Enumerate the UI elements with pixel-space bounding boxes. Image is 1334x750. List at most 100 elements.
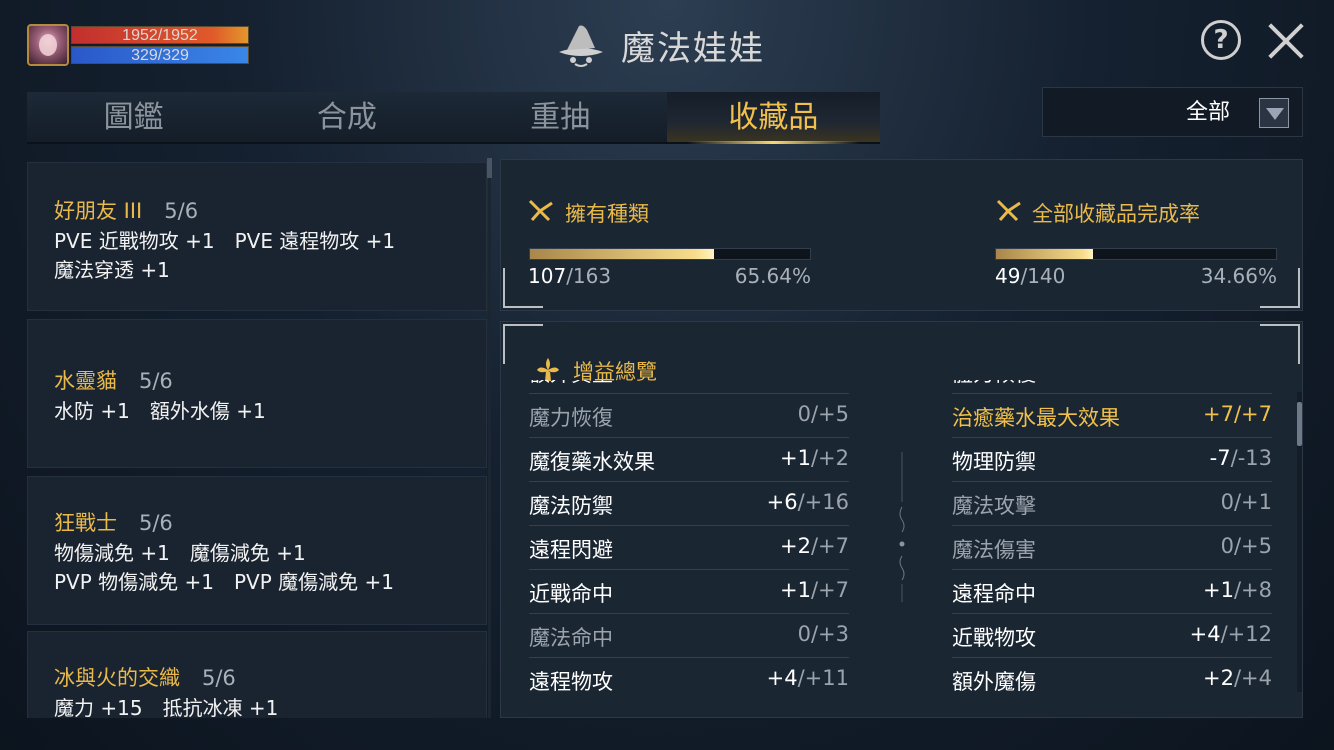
bonus-row: 遠程物攻 +4/+11 — [529, 658, 849, 698]
bonus-scrollbar[interactable] — [1297, 402, 1302, 446]
collection-card[interactable]: 冰與火的交織 5/6 魔力 +15 抵抗冰凍 +1 — [27, 631, 487, 718]
bonus-current: +7 — [1202, 402, 1234, 426]
column-divider-ornament — [899, 452, 905, 602]
completion-total: /140 — [1020, 264, 1066, 288]
tab-redraw[interactable]: 重抽 — [454, 92, 667, 142]
completion-progress-fill — [996, 249, 1094, 259]
bonus-value: +4/+12 — [1190, 622, 1272, 646]
bonus-current: +155 — [713, 380, 771, 382]
collection-count: 5/6 — [139, 511, 173, 535]
bonus-current: +1 — [1203, 380, 1234, 382]
bonus-value: +1/+7 — [780, 578, 849, 602]
bonus-column-left: 額外負重+155/+1245魔力恢復0/+5魔復藥水效果+1/+2魔法防禦+6/… — [529, 380, 849, 698]
collection-name: 水靈貓 — [54, 369, 117, 393]
collection-bonus: 物傷減免 +1 魔傷減免 +1 — [54, 541, 306, 565]
bonus-value: 0/+5 — [798, 402, 849, 426]
bonus-name: 魔法防禦 — [529, 494, 613, 518]
bonus-current: +2 — [779, 534, 811, 558]
collection-count: 5/6 — [164, 199, 199, 223]
bonus-max: /+1 — [1233, 490, 1272, 514]
bonus-name: 魔力恢復 — [529, 406, 613, 430]
collection-list[interactable]: 好朋友 III 5/6 PVE 近戰物攻 +1 PVE 遠程物攻 +1 魔法穿透 … — [27, 162, 487, 718]
bonus-row: 額外負重 +155/+1245 — [529, 380, 849, 394]
bonus-max: /+1245 — [771, 380, 849, 382]
collection-title: 好朋友 III 5/6 — [54, 195, 198, 225]
bonus-name: 魔復藥水效果 — [529, 450, 655, 474]
bonus-row: 遠程命中 +1/+8 — [952, 570, 1272, 614]
completion-percent: 34.66% — [1200, 264, 1277, 288]
hp-bar: 1952/1952 — [71, 26, 249, 44]
bonus-max: /+3 — [810, 622, 849, 646]
tab-synthesis[interactable]: 合成 — [240, 92, 453, 142]
owned-progress-bar — [529, 248, 811, 260]
bonus-current: 0 — [1220, 534, 1234, 558]
bonus-name: 額外負重 — [529, 380, 613, 388]
completion-rate-label: 全部收藏品完成率 — [1032, 202, 1200, 226]
bonus-max: /+8 — [1233, 578, 1272, 602]
bonus-value: +6/+16 — [767, 490, 849, 514]
collection-title: 狂戰士 5/6 — [54, 507, 173, 537]
mp-bar: 329/329 — [71, 46, 249, 64]
bonus-max: /+11 — [797, 666, 849, 690]
filter-value: 全部 — [1185, 100, 1230, 125]
collection-bonus: 水防 +1 額外水傷 +1 — [54, 399, 266, 423]
bonus-row: 額外魔傷 +2/+4 — [952, 658, 1272, 698]
collection-bonus: 魔法穿透 +1 — [54, 258, 170, 282]
collection-card[interactable]: 好朋友 III 5/6 PVE 近戰物攻 +1 PVE 遠程物攻 +1 魔法穿透 … — [27, 162, 487, 311]
owned-percent: 65.64% — [734, 264, 811, 288]
bonus-max: /+7 — [1233, 402, 1272, 426]
bonus-row: 體力恢復 +1/+6 — [952, 380, 1272, 394]
owned-total: /163 — [566, 264, 612, 288]
collection-card[interactable]: 水靈貓 5/6 水防 +1 額外水傷 +1 — [27, 319, 487, 468]
dropdown-arrow-icon[interactable] — [1259, 98, 1289, 128]
bonus-current: +4 — [1189, 622, 1221, 646]
tab-catalog[interactable]: 圖鑑 — [27, 92, 240, 142]
bonus-current: -7 — [1209, 446, 1231, 470]
bonus-max: /+16 — [797, 490, 849, 514]
collection-bonus: 魔力 +15 抵抗冰凍 +1 — [54, 696, 279, 718]
bonus-row: 魔法防禦 +6/+16 — [529, 482, 849, 526]
bonus-current: +1 — [1202, 578, 1234, 602]
bonus-name: 額外魔傷 — [952, 670, 1036, 694]
help-button[interactable]: ? — [1201, 20, 1241, 60]
completion-count: 49/140 — [995, 264, 1065, 288]
bonus-value: -7/-13 — [1210, 446, 1272, 470]
bonus-max: /+4 — [1233, 666, 1272, 690]
corner-ornament — [503, 268, 543, 308]
bonus-row: 近戰物攻 +4/+12 — [952, 614, 1272, 658]
bonus-row: 治癒藥水最大效果 +7/+7 — [952, 394, 1272, 438]
player-avatar[interactable] — [27, 24, 69, 66]
bonus-current: +4 — [766, 666, 798, 690]
bonus-row: 魔法命中 0/+3 — [529, 614, 849, 658]
completion-rate-icon — [996, 199, 1021, 222]
bonus-value: +155/+1245 — [713, 380, 849, 382]
filter-dropdown[interactable]: 全部 — [1042, 87, 1303, 137]
collection-count: 5/6 — [139, 369, 173, 393]
completion-progress-bar — [995, 248, 1277, 260]
list-scrollbar[interactable] — [487, 158, 492, 178]
bonus-value: +1/+8 — [1203, 578, 1272, 602]
bonus-row: 物理防禦 -7/-13 — [952, 438, 1272, 482]
list-scroll-track[interactable] — [488, 178, 491, 718]
bonus-current: +1 — [779, 578, 811, 602]
collection-name: 狂戰士 — [54, 511, 117, 535]
tab-collection[interactable]: 收藏品 — [666, 92, 880, 144]
bonus-current: +6 — [766, 490, 798, 514]
close-button[interactable] — [1265, 20, 1307, 62]
bonus-max: /+12 — [1220, 622, 1272, 646]
bonus-value: +1/+2 — [780, 446, 849, 470]
collection-name: 冰與火的交織 — [54, 666, 180, 690]
bonus-max: /+5 — [1233, 534, 1272, 558]
bonus-name: 魔法命中 — [529, 626, 613, 650]
player-status: 1952/1952 329/329 — [27, 24, 251, 66]
bonus-row: 近戰命中 +1/+7 — [529, 570, 849, 614]
bonus-name: 遠程物攻 — [529, 670, 613, 694]
collection-count: 5/6 — [202, 666, 236, 690]
owned-types-icon — [528, 199, 553, 222]
bonus-name: 遠程命中 — [952, 582, 1036, 606]
bonus-value: +2/+7 — [780, 534, 849, 558]
bonus-current: 0 — [1220, 490, 1234, 514]
collection-card[interactable]: 狂戰士 5/6 物傷減免 +1 魔傷減免 +1 PVP 物傷減免 +1 PVP 魔… — [27, 476, 487, 625]
bonus-row: 遠程閃避 +2/+7 — [529, 526, 849, 570]
collection-bonus: PVE 近戰物攻 +1 PVE 遠程物攻 +1 — [54, 229, 396, 253]
